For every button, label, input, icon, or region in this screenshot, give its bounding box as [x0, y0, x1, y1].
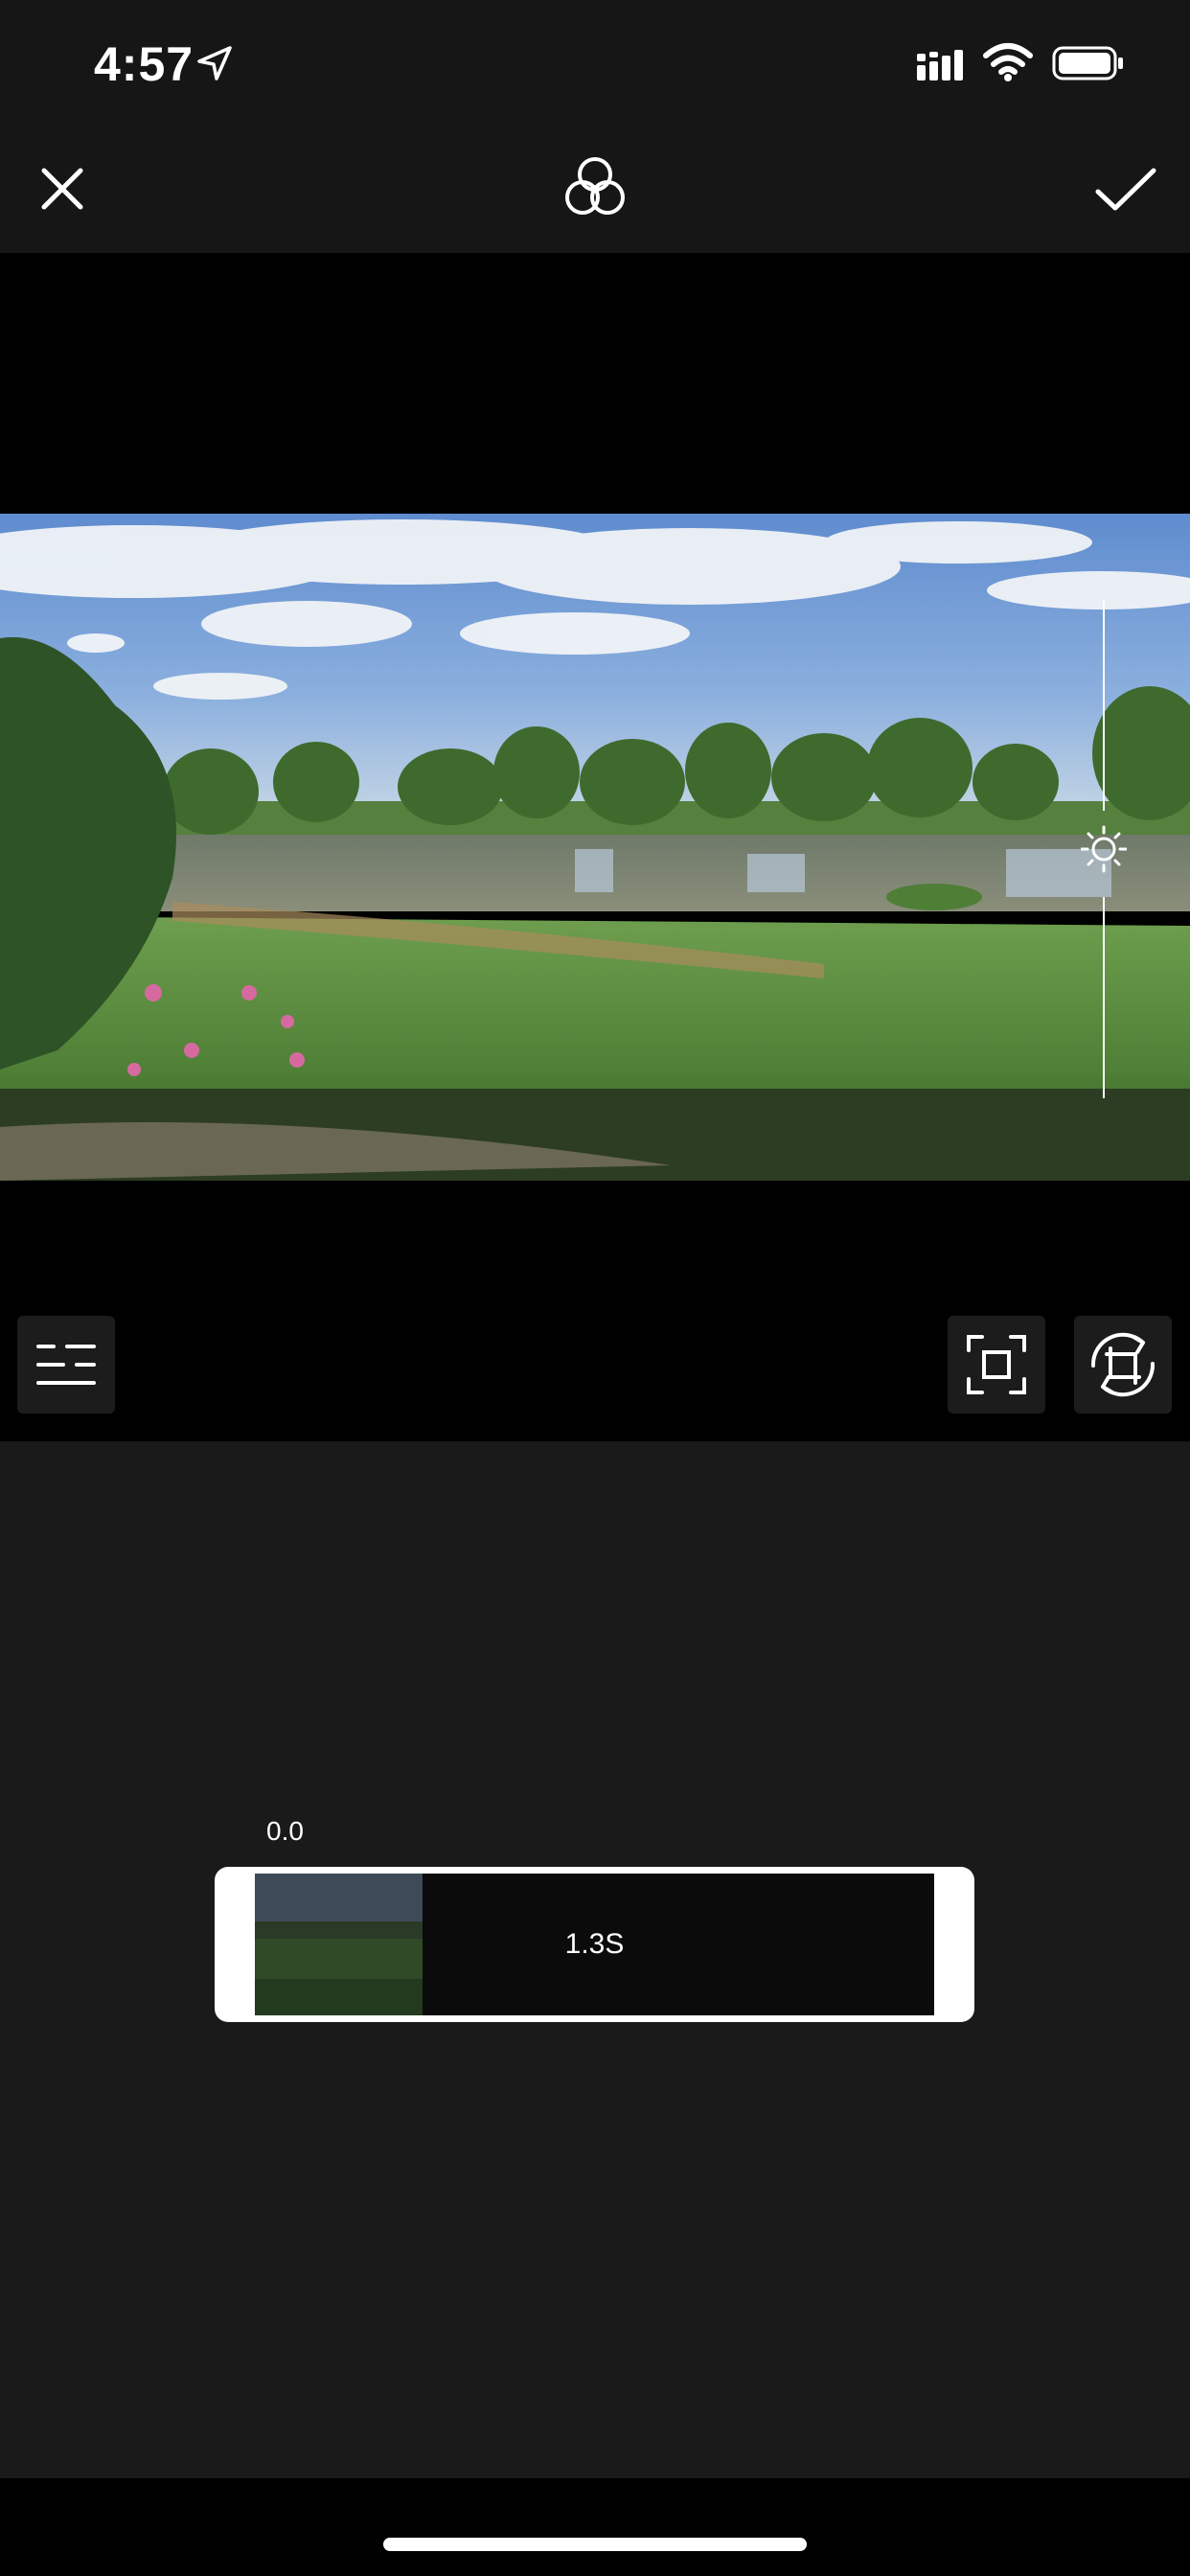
- trim-handle-right[interactable]: [934, 1867, 974, 2022]
- trim-handle-left[interactable]: [215, 1867, 255, 2022]
- brightness-slider[interactable]: [1081, 600, 1127, 1098]
- cellular-signal-icon: [917, 50, 963, 80]
- clip-duration-label: 1.3S: [564, 1928, 625, 1960]
- confirm-button[interactable]: [1088, 155, 1163, 222]
- filters-icon: [565, 157, 625, 215]
- adjust-button[interactable]: [17, 1316, 115, 1414]
- video-preview[interactable]: [0, 514, 1190, 1181]
- timeline-start-time: 0.0: [266, 1816, 304, 1846]
- filters-button[interactable]: [556, 153, 634, 224]
- rotate-crop-button[interactable]: [1074, 1316, 1172, 1414]
- crop-button[interactable]: [948, 1316, 1045, 1414]
- close-icon: [41, 168, 83, 210]
- rotate-crop-icon: [1090, 1332, 1156, 1397]
- bottom-bar: [0, 2478, 1190, 2576]
- clip-track[interactable]: 1.3S: [255, 1874, 934, 2015]
- wifi-icon: [983, 43, 1033, 81]
- battery-icon: [1052, 46, 1123, 80]
- home-indicator[interactable]: [383, 2538, 807, 2551]
- brightness-icon: [1081, 825, 1127, 873]
- adjust-icon: [36, 1345, 96, 1385]
- checkmark-icon: [1095, 168, 1156, 211]
- location-arrow-icon: [197, 46, 232, 80]
- crop-icon: [967, 1335, 1026, 1394]
- status-time: 4:57: [94, 37, 195, 91]
- close-button[interactable]: [29, 155, 96, 222]
